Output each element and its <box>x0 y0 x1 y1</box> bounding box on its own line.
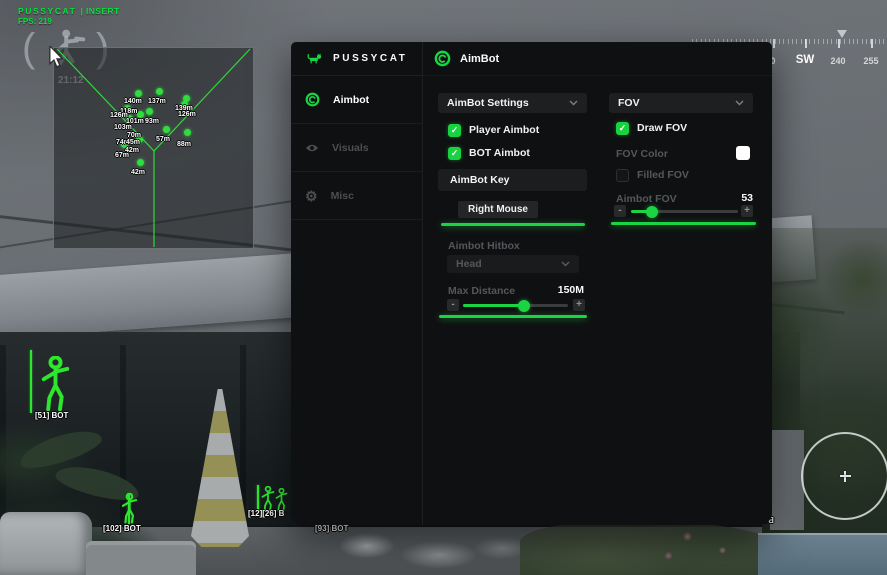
aimbot-fov-slider[interactable] <box>631 210 738 213</box>
dropdown-label: FOV <box>618 97 640 109</box>
radar-blip <box>137 159 144 166</box>
filled-fov-checkbox[interactable] <box>616 169 629 182</box>
radar-distance-label: 140m <box>124 98 142 105</box>
dropdown-label: AimBot Settings <box>447 97 529 109</box>
mouse-cursor-icon <box>48 46 64 73</box>
aimbot-fov-label: Aimbot FOV <box>616 193 677 205</box>
filled-fov-label: Filled FOV <box>637 169 689 181</box>
aimbot-fov-plus-button[interactable]: + <box>741 205 753 217</box>
max-distance-plus-button[interactable]: + <box>573 299 585 311</box>
draw-fov-checkbox[interactable]: ✓ <box>616 122 629 135</box>
chevron-down-icon <box>569 100 578 106</box>
eye-icon <box>305 143 319 153</box>
radar-distance-label: 57m <box>156 136 170 143</box>
radar-distance-label: 137m <box>148 98 166 105</box>
radar: 21:12 140m137m139m126m118m126m101m93m103… <box>53 47 254 249</box>
esp-player-label: [51] BOT <box>35 411 68 420</box>
dropdown-label: Head <box>456 258 482 270</box>
sidebar-item-visuals[interactable]: Visuals <box>291 124 422 172</box>
aimbot-icon <box>305 92 320 107</box>
esp-snapline <box>30 350 32 413</box>
radar-blip <box>146 108 153 115</box>
radar-distance-label: 42m <box>131 169 145 176</box>
hud-brand-text: PUSSYCAT <box>18 6 76 16</box>
aimbot-settings-dropdown[interactable]: AimBot Settings <box>438 93 587 113</box>
radar-distance-label: 93m <box>145 118 159 125</box>
player-aimbot-label: Player Aimbot <box>469 124 539 136</box>
max-distance-minus-button[interactable]: - <box>447 299 459 311</box>
keybind-value: Right Mouse <box>468 204 528 215</box>
menu-sidebar: PUSSYCAT Aimbot Visuals ⚙ Misc <box>291 42 423 525</box>
hitbox-label: Aimbot Hitbox <box>448 240 520 252</box>
sidebar-item-label: Aimbot <box>333 94 369 106</box>
player-aimbot-checkbox[interactable]: ✓ <box>448 124 461 137</box>
hud-mode-text: | INSERT <box>80 6 119 16</box>
section-divider-green <box>611 222 756 225</box>
radar-blip <box>137 111 144 118</box>
fov-dropdown[interactable]: FOV <box>609 93 753 113</box>
fov-color-label: FOV Color <box>616 148 668 160</box>
section-divider-green <box>441 223 585 226</box>
max-distance-slider[interactable] <box>463 304 568 307</box>
radar-distance-label: 70m <box>127 132 141 139</box>
esp-player-label: [102] BOT <box>103 524 141 533</box>
sidebar-item-misc[interactable]: ⚙ Misc <box>291 172 422 220</box>
fps-counter: FPS: 219 <box>18 17 52 26</box>
max-distance-label: Max Distance <box>448 285 515 297</box>
draw-fov-label: Draw FOV <box>637 122 687 134</box>
section-divider-green <box>439 315 587 318</box>
hud-watermark-title: PUSSYCAT | INSERT <box>18 6 120 16</box>
aimbot-icon <box>434 50 451 67</box>
menu-content: AimBot AimBot Settings ✓ Player Aimbot ✓… <box>423 42 772 525</box>
max-distance-value: 150M <box>533 284 584 296</box>
menu-brand: PUSSYCAT <box>291 42 422 76</box>
bot-aimbot-label: BOT Aimbot <box>469 147 530 159</box>
chevron-down-icon <box>735 100 744 106</box>
sidebar-item-aimbot[interactable]: Aimbot <box>291 76 422 124</box>
aimbot-fov-minus-button[interactable]: - <box>614 205 626 217</box>
radar-distance-label: 45m <box>126 139 140 146</box>
radar-blip <box>163 126 170 133</box>
menu-brand-text: PUSSYCAT <box>333 53 408 64</box>
slider-fill <box>463 304 524 307</box>
game-screen: PUSSYCAT | INSERT FPS: 219 ( ) 21:12 140… <box>0 0 887 575</box>
max-distance-slider-thumb[interactable] <box>518 300 530 312</box>
aimbot-key-label: AimBot Key <box>450 174 510 186</box>
esp-skeleton <box>38 356 73 417</box>
gear-icon: ⚙ <box>305 189 318 203</box>
radar-distance-label: 126m <box>178 111 196 118</box>
aimbot-key-field[interactable]: AimBot Key <box>438 169 587 191</box>
sidebar-item-label: Visuals <box>332 142 369 154</box>
aimbot-key-bind-button[interactable]: Right Mouse <box>458 201 538 218</box>
bot-aimbot-checkbox[interactable]: ✓ <box>448 147 461 160</box>
aimbot-fov-value: 53 <box>703 192 753 204</box>
page-title: AimBot <box>460 53 499 65</box>
cheat-menu-window: PUSSYCAT Aimbot Visuals ⚙ Misc <box>291 42 772 525</box>
cat-logo-icon <box>307 52 324 65</box>
radar-blip <box>156 88 163 95</box>
radar-distance-label: 88m <box>177 141 191 148</box>
radar-distance-label: 67m <box>115 152 129 159</box>
radar-blip <box>184 129 191 136</box>
esp-player-label: [12][26] B <box>248 509 284 518</box>
radar-clock-watermark: 21:12 <box>58 75 84 86</box>
fov-color-swatch[interactable] <box>736 146 750 160</box>
sidebar-item-label: Misc <box>331 190 354 202</box>
aimbot-fov-slider-thumb[interactable] <box>646 206 658 218</box>
hitbox-dropdown[interactable]: Head <box>447 255 579 273</box>
radar-blip <box>135 90 142 97</box>
esp-player-label: [93] BOT <box>315 524 348 533</box>
radar-distance-label: 103m <box>114 124 132 131</box>
page-header: AimBot <box>423 42 772 76</box>
chevron-down-icon <box>561 261 570 267</box>
esp-snapline <box>257 485 259 512</box>
